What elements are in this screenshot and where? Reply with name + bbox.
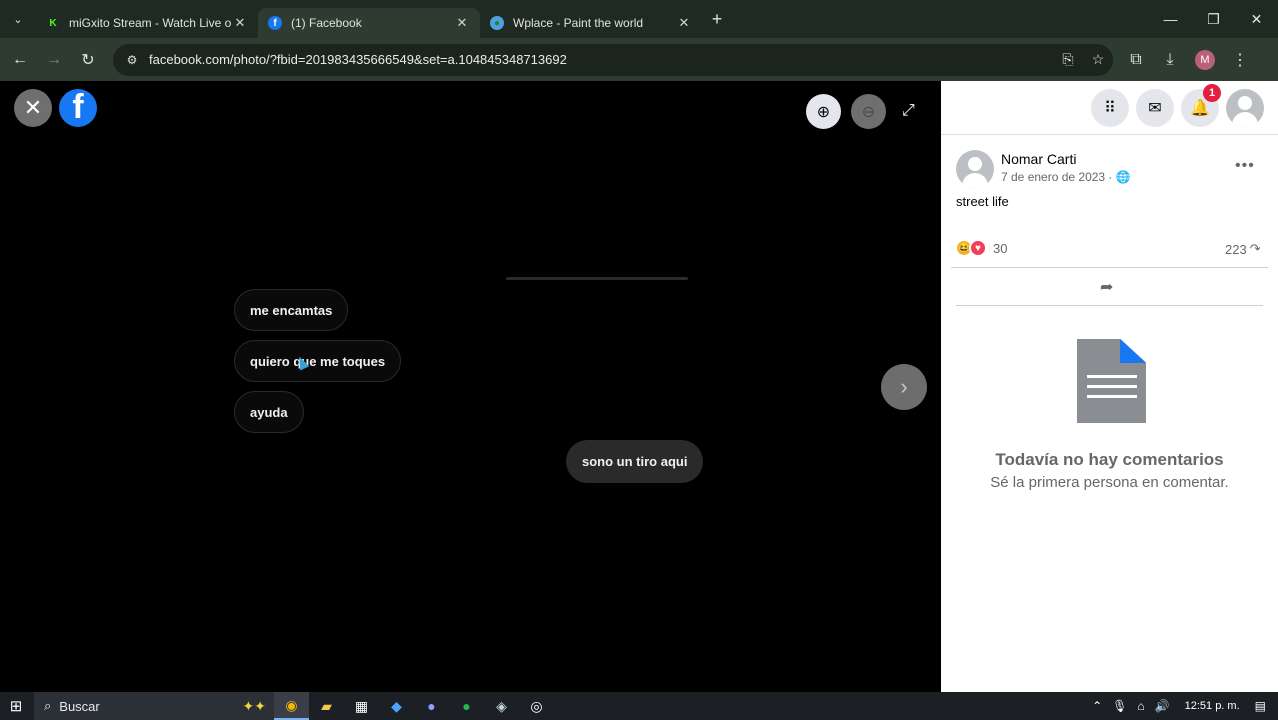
file-explorer-icon[interactable]: ▰ — [309, 692, 344, 720]
no-comments-title: Todavía no hay comentarios — [995, 450, 1224, 469]
share-arrow-icon: ↷ — [1249, 241, 1261, 256]
tab-search-chevron-icon[interactable]: ⌄ — [0, 0, 36, 38]
close-tab-icon[interactable]: ✕ — [232, 15, 248, 31]
divider — [956, 305, 1263, 306]
post-side-panel: ⠿ ✉ 🔔 1 Nomar Carti 7 de enero de 2023 ·… — [941, 81, 1278, 692]
empty-document-icon — [1077, 339, 1146, 423]
tab-migxito[interactable]: K miGxito Stream - Watch Live on ✕ — [36, 8, 258, 38]
spotify-icon[interactable]: ● — [449, 692, 484, 720]
steam-icon[interactable]: ◈ — [484, 692, 519, 720]
chip-me-encamtas: me encamtas — [234, 289, 349, 331]
microphone-icon[interactable]: 🎙 — [1107, 699, 1132, 713]
message-bubble: sono un tiro aqui — [566, 440, 704, 483]
zoom-in-icon[interactable]: ⊕ — [806, 94, 841, 129]
search-placeholder: Buscar — [59, 698, 100, 714]
extensions-icon[interactable]: ⧉ — [1119, 43, 1153, 77]
post-author-avatar[interactable] — [956, 150, 994, 188]
share-button-icon[interactable]: ➦ — [1100, 277, 1113, 297]
tab-title: miGxito Stream - Watch Live on — [69, 16, 232, 30]
browser-tab-strip: ⌄ K miGxito Stream - Watch Live on ✕ f (… — [0, 0, 1278, 38]
app-icon[interactable]: ▦ — [344, 692, 379, 720]
notification-badge: 1 — [1203, 84, 1221, 102]
taskbar-search[interactable]: ⌕ Buscar ✦✦ — [34, 692, 274, 720]
download-icon[interactable]: ⤓ — [1153, 43, 1187, 77]
menu-grid-icon[interactable]: ⠿ — [1091, 89, 1129, 127]
app-icon[interactable]: ◆ — [379, 692, 414, 720]
tab-wplace[interactable]: ● Wplace - Paint the world ✕ — [480, 8, 702, 38]
browser-menu-icon[interactable]: ⋮ — [1223, 43, 1257, 77]
love-reaction-icon: ♥ — [969, 239, 987, 257]
windows-taskbar: ⊞ ⌕ Buscar ✦✦ ◉ ▰ ▦ ◆ ● ● ◈ ◎ ⌃ 🎙 ⌂ 🔊 12… — [0, 692, 1278, 720]
search-icon: ⌕ — [44, 698, 52, 713]
profile-avatar[interactable]: M — [1195, 49, 1215, 70]
messenger-icon[interactable]: ✉ — [1136, 89, 1174, 127]
reactions-summary[interactable]: 😆 ♥ 30 — [955, 239, 1007, 257]
post-author-name[interactable]: Nomar Carti — [1001, 151, 1076, 167]
facebook-logo-icon[interactable]: f — [59, 89, 97, 127]
kick-icon: K — [49, 17, 57, 29]
forward-icon[interactable]: → — [37, 43, 71, 77]
windows-start-icon[interactable]: ⊞ — [0, 692, 32, 720]
close-window-icon[interactable]: ✕ — [1235, 0, 1278, 38]
install-app-icon[interactable]: ⎘ — [1053, 51, 1083, 68]
close-viewer-button[interactable]: ✕ — [14, 89, 52, 127]
share-count: 223 — [1225, 241, 1247, 257]
tab-title: Wplace - Paint the world — [513, 16, 644, 30]
show-hidden-icons-icon[interactable]: ⌃ — [1087, 699, 1107, 713]
share-count-group[interactable]: 223 ↷ — [1225, 241, 1261, 257]
window-controls: — ❐ ✕ — [1149, 0, 1278, 38]
volume-icon[interactable]: 🔊 — [1150, 699, 1175, 713]
site-settings-icon[interactable]: ⚙ — [121, 53, 143, 67]
address-bar[interactable]: ⚙ facebook.com/photo/?fbid=2019834356665… — [113, 43, 1113, 76]
browser-toolbar: ← → ↻ ⚙ facebook.com/photo/?fbid=2019834… — [0, 38, 1278, 81]
photo-divider — [506, 277, 688, 280]
tab-title: (1) Facebook — [291, 16, 362, 30]
reaction-count: 30 — [993, 240, 1008, 256]
globe-icon: ● — [490, 16, 504, 30]
photo-viewer: ✕ f ⊕ ⊖ ⤢ me encamtas quiero que me toqu… — [0, 81, 941, 692]
panel-header: ⠿ ✉ 🔔 1 — [941, 81, 1278, 135]
post-date[interactable]: 7 de enero de 2023 · 🌐 — [1001, 170, 1131, 184]
reload-icon[interactable]: ↻ — [71, 43, 105, 77]
fullscreen-icon[interactable]: ⤢ — [902, 102, 915, 120]
doc-line — [1087, 395, 1137, 398]
minimize-icon[interactable]: — — [1149, 0, 1192, 38]
doc-line — [1087, 385, 1137, 388]
clock[interactable]: 12:51 p. m. — [1175, 700, 1250, 712]
network-icon[interactable]: ⌂ — [1132, 699, 1149, 713]
close-tab-icon[interactable]: ✕ — [676, 15, 692, 31]
account-avatar[interactable] — [1226, 89, 1264, 127]
chip-ayuda: ayuda — [234, 391, 304, 433]
close-tab-icon[interactable]: ✕ — [454, 15, 470, 31]
system-tray: ⌃ 🎙 ⌂ 🔊 12:51 p. m. ▤ — [1087, 699, 1278, 713]
divider — [951, 267, 1268, 268]
new-tab-button[interactable]: + — [702, 9, 732, 30]
notification-center-icon[interactable]: ▤ — [1250, 699, 1278, 713]
restore-icon[interactable]: ❐ — [1192, 0, 1235, 38]
zoom-out-icon[interactable]: ⊖ — [851, 94, 886, 129]
tab-facebook[interactable]: f (1) Facebook ✕ — [258, 8, 480, 38]
discord-icon[interactable]: ● — [414, 692, 449, 720]
no-comments-subtitle: Sé la primera persona en comentar. — [990, 474, 1229, 491]
chrome-icon[interactable]: ◉ — [274, 692, 309, 720]
url-text[interactable]: facebook.com/photo/?fbid=201983435666549… — [149, 52, 1053, 67]
next-photo-button[interactable]: › — [881, 364, 927, 410]
back-icon[interactable]: ← — [3, 43, 37, 77]
more-options-icon[interactable]: ••• — [1235, 157, 1255, 175]
app-icon[interactable]: ◎ — [519, 692, 554, 720]
facebook-icon: f — [268, 16, 282, 30]
chip-quiero-que-me-toques: quiero que me toques — [234, 340, 402, 382]
post-caption: street life — [956, 194, 1009, 209]
bookmark-star-icon[interactable]: ☆ — [1083, 51, 1113, 68]
copilot-sparkle-icon: ✦✦ — [242, 697, 266, 714]
doc-line — [1087, 375, 1137, 378]
